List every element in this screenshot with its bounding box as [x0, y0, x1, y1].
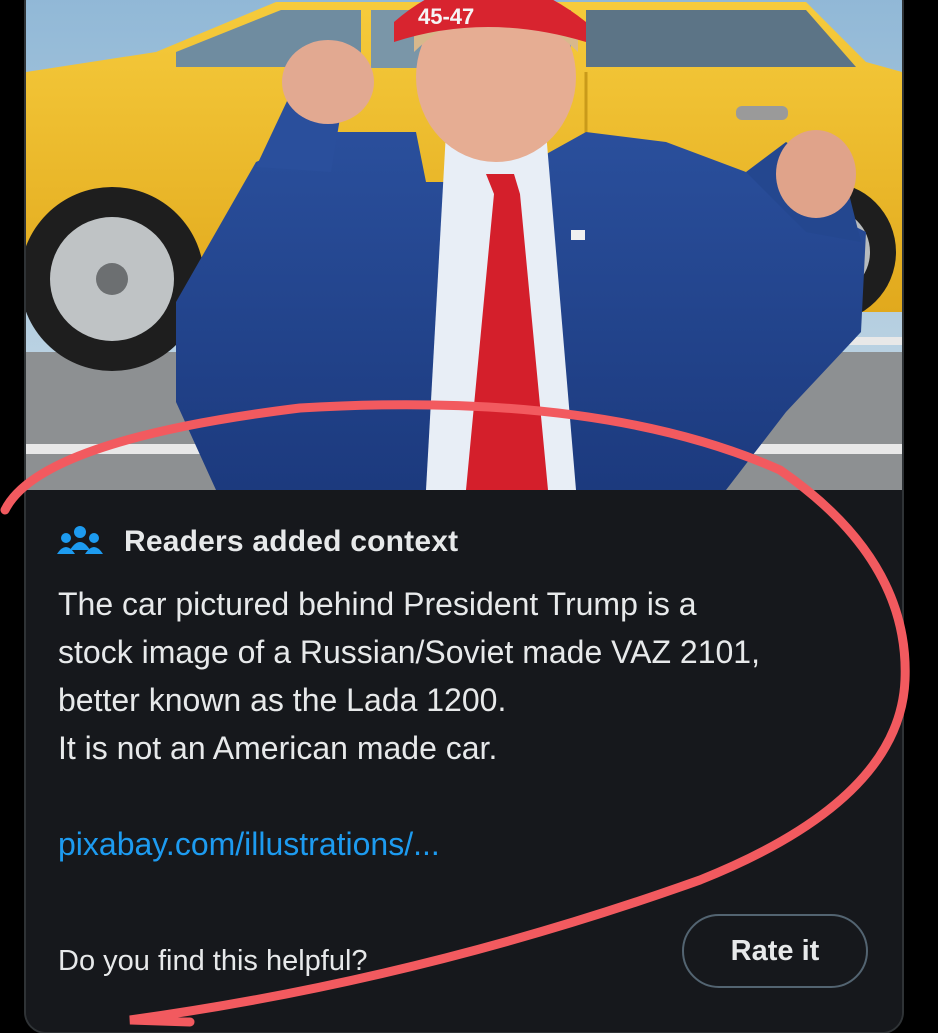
source-link[interactable]: pixabay.com/illustrations/... [58, 826, 440, 863]
community-note: Readers added context The car pictured b… [26, 490, 902, 1032]
note-header: Readers added context [56, 524, 458, 560]
note-title: Readers added context [124, 525, 459, 558]
hat-text: 45-47 [418, 4, 474, 29]
note-text: The car pictured behind President Trump … [58, 580, 878, 772]
helpful-question: Do you find this helpful? [58, 945, 368, 977]
note-text-line: It is not an American made car. [58, 730, 498, 766]
note-text-line: The car pictured behind President Trump … [58, 586, 697, 622]
post-image[interactable]: 45-47 [26, 0, 902, 490]
post-photo: 45-47 [26, 0, 902, 490]
people-icon [56, 524, 104, 560]
rate-it-button[interactable]: Rate it [682, 914, 868, 988]
note-text-line: stock image of a Russian/Soviet made VAZ… [58, 634, 760, 670]
note-text-line: better known as the Lada 1200. [58, 682, 507, 718]
post-card: 45-47 Readers added context The car pict… [24, 0, 904, 1033]
